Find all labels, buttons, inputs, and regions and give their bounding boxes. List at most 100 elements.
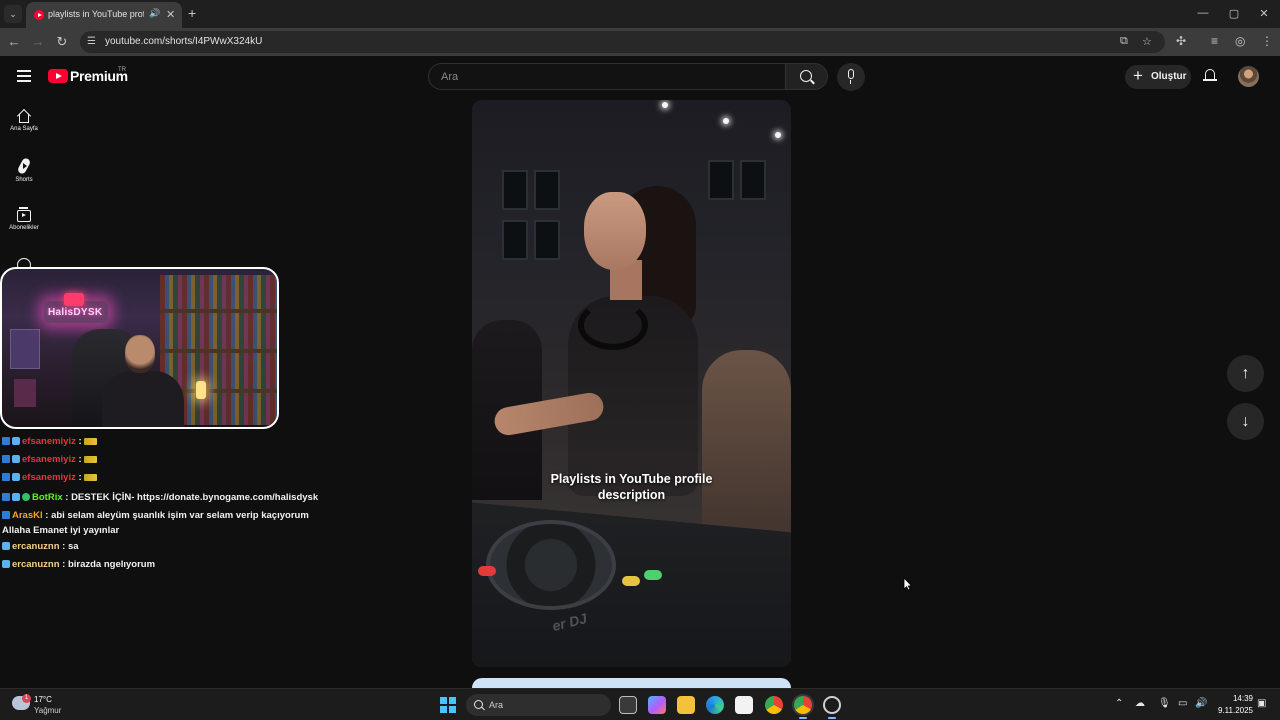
- window-close-button[interactable]: ✕: [1254, 7, 1274, 20]
- chat-text: : DESTEK İÇİN- https://donate.bynogame.c…: [65, 492, 319, 503]
- search-button[interactable]: [786, 63, 828, 90]
- voice-search-button[interactable]: [837, 63, 865, 91]
- background-window: [534, 170, 560, 210]
- avatar[interactable]: [1238, 66, 1259, 87]
- short-video-player[interactable]: er DJ Playlists in YouTube profile descr…: [472, 100, 791, 667]
- chat-username[interactable]: ArasKl: [12, 510, 43, 521]
- hamburger-menu-icon[interactable]: [17, 70, 31, 82]
- volume-icon[interactable]: 🔊: [1195, 698, 1207, 709]
- shelf-board: [160, 309, 277, 313]
- browser-toolbar: ← → ↻ ☰ youtube.com/shorts/I4PWwX324kU ⧉…: [0, 28, 1280, 56]
- chat-username[interactable]: BotRix: [32, 492, 63, 503]
- wall-poster: [14, 379, 36, 407]
- search-icon: [800, 70, 812, 82]
- previous-short-button[interactable]: ↑: [1227, 355, 1264, 392]
- weather-badge: 1: [22, 694, 31, 703]
- reload-icon[interactable]: ↻: [54, 34, 70, 50]
- chat-message: ArasKl : abi selam aleyüm şuanlık işim v…: [2, 508, 332, 538]
- back-arrow-icon[interactable]: ←: [6, 34, 22, 49]
- settings-app-icon[interactable]: [823, 696, 841, 714]
- weather-temperature[interactable]: 17°C: [34, 695, 52, 704]
- ceiling-light: [775, 132, 781, 138]
- subscriber-badge-icon: [12, 455, 20, 463]
- arrow-down-icon: ↓: [1241, 413, 1250, 430]
- minimize-button[interactable]: —: [1193, 7, 1213, 19]
- headphones: [578, 300, 648, 350]
- new-tab-button[interactable]: +: [188, 5, 196, 21]
- neon-sign-text: HalisDYSK: [48, 307, 103, 318]
- chat-username[interactable]: ercanuznn: [12, 541, 60, 552]
- url-text[interactable]: youtube.com/shorts/I4PWwX324kU: [105, 36, 262, 47]
- windows-start-icon[interactable]: [440, 697, 456, 713]
- tab-search-chevron-icon[interactable]: ⌄: [4, 5, 22, 23]
- youtube-logo-icon[interactable]: [48, 69, 68, 83]
- forward-arrow-icon[interactable]: →: [30, 34, 46, 49]
- taskbar-search-label: Ara: [489, 700, 504, 710]
- tab-close-icon[interactable]: ✕: [166, 8, 175, 21]
- kick-badge-icon: [2, 493, 10, 501]
- chat-emote-icon: [83, 438, 97, 445]
- bookmark-star-icon[interactable]: ☆: [1142, 35, 1152, 48]
- clock-time[interactable]: 14:39: [1227, 694, 1253, 703]
- search-placeholder: Ara: [441, 71, 459, 83]
- chat-message: ercanuznn : birazda ngelıyorum: [2, 559, 332, 571]
- create-button[interactable]: + Oluştur: [1125, 65, 1191, 89]
- create-label: Oluştur: [1151, 71, 1187, 82]
- chat-emote-icon: [83, 474, 97, 481]
- next-short-preview[interactable]: [472, 678, 791, 688]
- onedrive-cloud-icon[interactable]: ☁: [1135, 698, 1145, 709]
- chat-emote-icon: [83, 456, 97, 463]
- maximize-button[interactable]: ▢: [1224, 7, 1244, 20]
- tray-overflow-chevron-icon[interactable]: ⌃: [1115, 698, 1123, 709]
- chrome-icon[interactable]: [765, 696, 783, 714]
- notification-center-icon[interactable]: ▣: [1257, 698, 1266, 709]
- streamer-webcam: HalisDYSK: [0, 267, 279, 429]
- task-view-icon[interactable]: [619, 696, 637, 714]
- taskbar-search-box[interactable]: Ara: [466, 694, 611, 716]
- notifications-bell-icon[interactable]: [1203, 68, 1217, 84]
- sidebar-item-label: Ana Sayfa: [10, 126, 38, 132]
- neon-youtube-icon: [64, 293, 84, 306]
- extensions-icon[interactable]: ✣: [1176, 34, 1186, 48]
- sidebar-item-subscriptions[interactable]: Abonelikler: [0, 207, 48, 231]
- youtube-favicon-icon: [34, 10, 44, 20]
- search-input[interactable]: Ara: [428, 63, 786, 90]
- speaker-icon[interactable]: 🔊: [149, 8, 160, 19]
- browser-menu-icon[interactable]: ⋮: [1261, 34, 1273, 48]
- browser-tab[interactable]: playlists in YouTube profile 🔊 ✕: [26, 2, 182, 28]
- microsoft-store-icon[interactable]: [735, 696, 753, 714]
- clock-date[interactable]: 9.11.2025: [1212, 706, 1253, 715]
- microphone-tray-icon[interactable]: 🎙: [1158, 698, 1171, 709]
- sidebar-item-shorts[interactable]: Shorts: [0, 157, 48, 183]
- arrow-up-icon: ↑: [1241, 365, 1250, 382]
- media-controls-icon[interactable]: ≡: [1211, 34, 1218, 48]
- microphone-icon: [848, 69, 854, 84]
- chat-message: efsanemiyiz :: [2, 454, 332, 466]
- site-info-icon[interactable]: ☰: [87, 36, 96, 47]
- file-explorer-icon[interactable]: [677, 696, 695, 714]
- caption-line: description: [597, 488, 666, 502]
- kick-badge-icon: [2, 511, 10, 519]
- kick-badge-icon: [2, 473, 10, 481]
- chat-username[interactable]: efsanemiyiz: [22, 472, 76, 483]
- chat-username[interactable]: efsanemiyiz: [22, 436, 76, 447]
- chrome-active-icon[interactable]: [794, 696, 812, 714]
- kick-badge-icon: [2, 437, 10, 445]
- copilot-icon[interactable]: [648, 696, 666, 714]
- edge-browser-icon[interactable]: [706, 696, 724, 714]
- address-bar[interactable]: ☰ youtube.com/shorts/I4PWwX324kU ⧉ ☆: [80, 31, 1165, 53]
- jog-wheel: [486, 520, 616, 610]
- profile-icon[interactable]: ◎: [1235, 34, 1245, 48]
- weather-description[interactable]: Yağmur: [34, 706, 61, 715]
- next-short-button[interactable]: ↓: [1227, 403, 1264, 440]
- sidebar-item-home[interactable]: Ana Sayfa: [0, 108, 48, 132]
- chat-text: :: [78, 454, 82, 465]
- network-icon[interactable]: ▭: [1178, 698, 1187, 709]
- mouse-cursor-icon: [903, 577, 913, 591]
- install-app-icon[interactable]: ⧉: [1120, 35, 1128, 48]
- subscriptions-icon: [17, 207, 31, 222]
- chat-username[interactable]: ercanuznn: [12, 559, 60, 570]
- short-caption: Playlists in YouTube profile description: [472, 471, 791, 503]
- chat-username[interactable]: efsanemiyiz: [22, 454, 76, 465]
- active-app-indicator: [828, 717, 836, 719]
